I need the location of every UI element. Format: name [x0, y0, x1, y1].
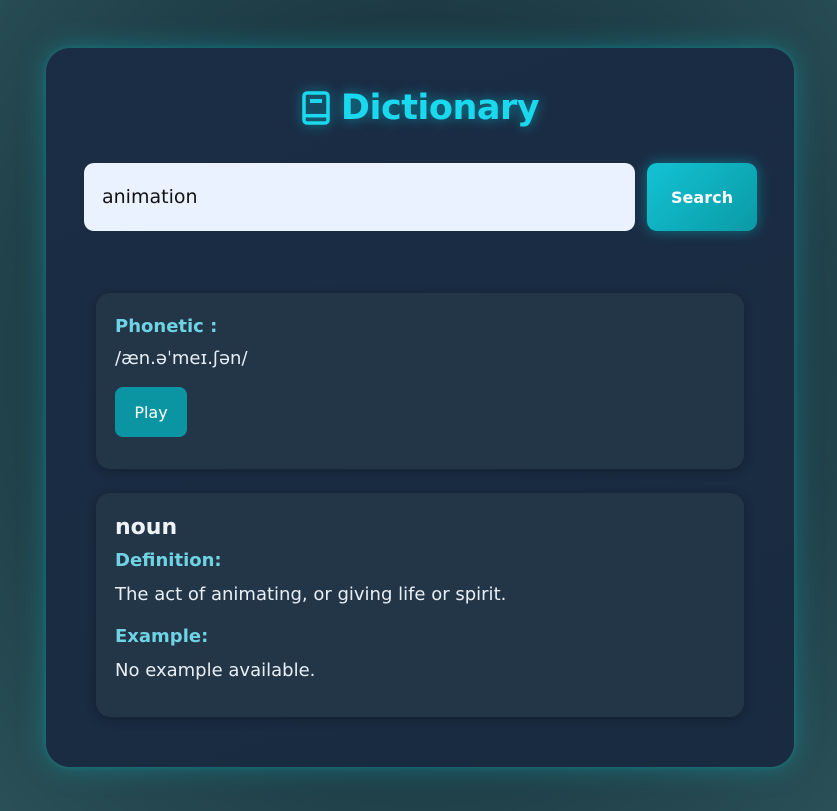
phonetic-card: Phonetic : /æn.əˈmeɪ.ʃən/ Play: [96, 293, 744, 469]
meaning-card: noun Definition: The act of animating, o…: [96, 493, 744, 717]
definition-text: The act of animating, or giving life or …: [115, 584, 507, 605]
play-button[interactable]: Play: [115, 387, 187, 437]
phonetic-label: Phonetic :: [115, 316, 218, 337]
definition-label: Definition:: [115, 550, 222, 571]
search-button[interactable]: Search: [647, 163, 757, 231]
phonetic-text: /æn.əˈmeɪ.ʃən/: [115, 348, 248, 369]
book-icon: [301, 91, 331, 125]
search-input[interactable]: [84, 163, 635, 231]
part-of-speech: noun: [115, 515, 178, 540]
dictionary-app: Dictionary Search Phonetic : /æn.əˈmeɪ.ʃ…: [46, 48, 794, 767]
example-text: No example available.: [115, 660, 316, 681]
example-label: Example:: [115, 626, 209, 647]
app-title: Dictionary: [46, 88, 794, 128]
app-title-text: Dictionary: [340, 88, 540, 128]
